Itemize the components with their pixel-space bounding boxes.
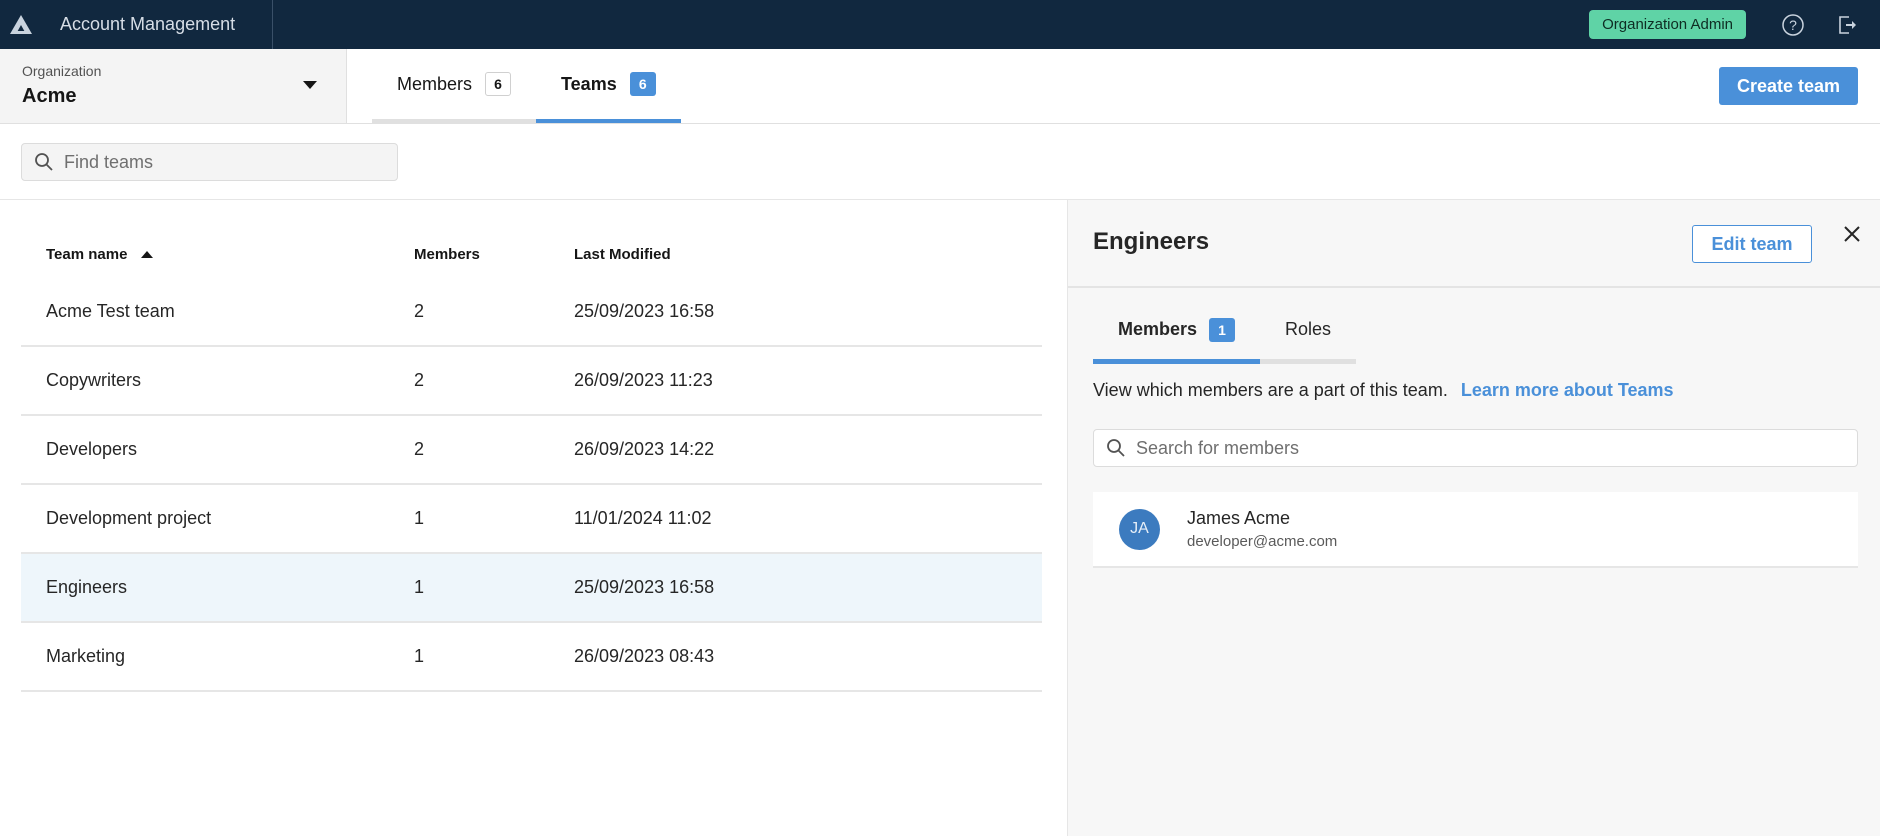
team-name: Engineers xyxy=(46,577,128,597)
teams-table-area: Team name Members Last Modified Acme Tes… xyxy=(0,200,1067,836)
team-last-modified: 26/09/2023 11:23 xyxy=(574,370,713,390)
logout-icon[interactable] xyxy=(1832,10,1862,40)
table-row[interactable]: Copywriters 2 26/09/2023 11:23 xyxy=(21,347,1042,416)
find-teams-field[interactable] xyxy=(21,143,398,181)
column-header-team-name[interactable]: Team name xyxy=(46,245,154,263)
panel-header: Engineers Edit team xyxy=(1068,200,1880,288)
team-last-modified: 26/09/2023 14:22 xyxy=(574,439,715,459)
role-badge: Organization Admin xyxy=(1589,10,1746,39)
member-email: developer@acme.com xyxy=(1187,533,1338,550)
team-last-modified: 26/09/2023 08:43 xyxy=(574,646,715,666)
learn-more-link[interactable]: Learn more about Teams xyxy=(1461,380,1674,400)
triangle-logo-icon xyxy=(9,14,33,36)
team-last-modified: 11/01/2024 11:02 xyxy=(574,508,712,528)
help-circle-icon[interactable]: ? xyxy=(1778,10,1808,40)
panel-tab-members[interactable]: Members 1 xyxy=(1093,300,1261,364)
panel-tab-members-label: Members xyxy=(1118,319,1198,339)
search-icon xyxy=(34,152,54,172)
team-members-count: 2 xyxy=(414,370,425,390)
table-row[interactable]: Developers 2 26/09/2023 14:22 xyxy=(21,416,1042,485)
members-count-badge: 6 xyxy=(485,72,512,96)
team-members-count: 1 xyxy=(414,577,425,597)
main-tabs: Members 6 Teams 6 xyxy=(372,49,681,123)
column-last-modified-label: Last Modified xyxy=(574,245,671,263)
member-list-item[interactable]: JA James Acme developer@acme.com xyxy=(1093,492,1858,568)
table-row-selected[interactable]: Engineers 1 25/09/2023 16:58 xyxy=(21,554,1042,623)
member-search-input[interactable] xyxy=(1136,437,1836,459)
team-members-count: 1 xyxy=(414,508,425,528)
team-name: Development project xyxy=(46,508,212,528)
organization-value: Acme xyxy=(22,85,77,107)
team-name: Acme Test team xyxy=(46,301,175,321)
sub-header: Organization Acme Members 6 Teams 6 Crea… xyxy=(0,49,1880,124)
teams-count-badge: 6 xyxy=(629,72,656,96)
team-name: Marketing xyxy=(46,646,126,666)
svg-text:?: ? xyxy=(1789,17,1797,33)
panel-description: View which members are a part of this te… xyxy=(1093,380,1674,401)
member-search-field[interactable] xyxy=(1093,429,1858,467)
panel-description-text: View which members are a part of this te… xyxy=(1093,380,1448,400)
search-row xyxy=(0,124,1880,200)
caret-down-icon xyxy=(303,81,317,89)
brand: Account Management xyxy=(0,0,273,49)
tab-members-label: Members xyxy=(397,73,473,94)
edit-team-button[interactable]: Edit team xyxy=(1692,225,1812,263)
column-header-last-modified[interactable]: Last Modified xyxy=(574,246,671,263)
team-name: Copywriters xyxy=(46,370,142,390)
table-row[interactable]: Marketing 1 26/09/2023 08:43 xyxy=(21,623,1042,692)
panel-tabs: Members 1 Roles xyxy=(1093,300,1357,364)
column-team-name-label: Team name xyxy=(46,245,128,263)
team-last-modified: 25/09/2023 16:58 xyxy=(574,301,715,321)
column-header-members[interactable]: Members xyxy=(414,246,480,263)
column-members-label: Members xyxy=(414,245,480,263)
organization-select[interactable]: Organization Acme xyxy=(0,49,347,123)
team-members-count: 1 xyxy=(414,646,425,666)
avatar: JA xyxy=(1119,508,1160,550)
top-bar: Account Management Organization Admin ? xyxy=(0,0,1880,49)
team-members-count: 2 xyxy=(414,439,425,459)
create-team-button[interactable]: Create team xyxy=(1719,67,1858,105)
find-teams-input[interactable] xyxy=(64,151,384,173)
table-row[interactable]: Acme Test team 2 25/09/2023 16:58 xyxy=(21,278,1042,347)
table-row[interactable]: Development project 1 11/01/2024 11:02 xyxy=(21,485,1042,554)
close-icon[interactable] xyxy=(1838,220,1866,248)
table-header: Team name Members Last Modified xyxy=(21,230,1042,278)
search-icon xyxy=(1106,438,1126,458)
tab-teams[interactable]: Teams 6 xyxy=(536,49,681,123)
teams-table: Team name Members Last Modified Acme Tes… xyxy=(21,230,1042,692)
organization-label: Organization xyxy=(22,63,102,79)
app-title: Account Management xyxy=(60,14,236,34)
tab-teams-label: Teams xyxy=(561,73,617,94)
panel-tab-roles[interactable]: Roles xyxy=(1260,300,1357,364)
team-members-count: 2 xyxy=(414,301,425,321)
sort-ascending-icon xyxy=(141,250,154,258)
team-name: Developers xyxy=(46,439,138,459)
panel-title: Engineers xyxy=(1093,228,1210,255)
tab-members[interactable]: Members 6 xyxy=(372,49,537,123)
team-last-modified: 25/09/2023 16:58 xyxy=(574,577,715,597)
panel-members-count-badge: 1 xyxy=(1209,317,1236,342)
panel-tab-roles-label: Roles xyxy=(1285,319,1332,339)
member-name: James Acme xyxy=(1187,508,1291,528)
team-detail-panel: Engineers Edit team Members 1 Roles View… xyxy=(1067,200,1880,836)
member-info: James Acme developer@acme.com xyxy=(1187,508,1337,550)
